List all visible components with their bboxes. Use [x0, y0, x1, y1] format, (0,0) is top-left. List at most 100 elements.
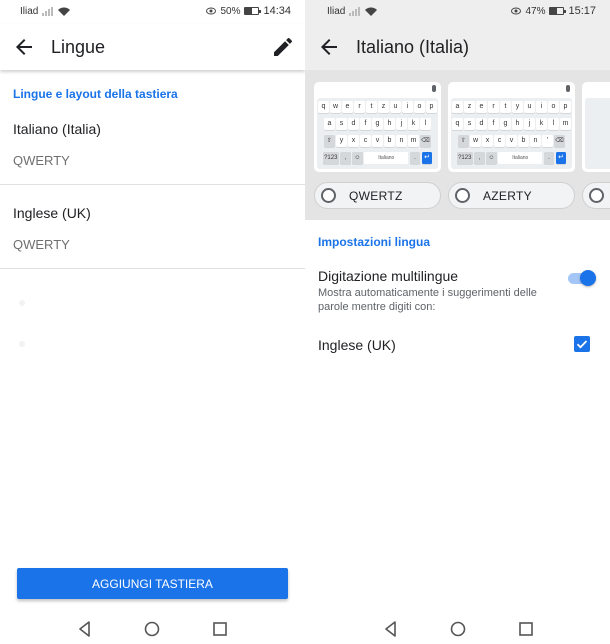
status-left: Iliad — [20, 6, 71, 17]
status-right: 47% 15:17 — [511, 5, 596, 17]
radio-button[interactable] — [321, 188, 336, 203]
keyboard-key: z — [464, 101, 475, 113]
keyboard-key: f — [488, 118, 499, 130]
keyboard-key: ⇧ — [324, 135, 335, 147]
placeholder-dot — [19, 300, 25, 306]
keyboard-key: i — [402, 101, 413, 113]
keyboard-row: ⇧ y x c v b n m ⌫ — [317, 135, 438, 147]
keyboard-row: ⇧ w x c v b n ' ⌫ — [451, 135, 572, 147]
keyboard-key: v — [506, 135, 517, 147]
keyboard-key: n — [530, 135, 541, 147]
keyboard-key: w — [470, 135, 481, 147]
keyboard-key: p — [426, 101, 437, 113]
keyboard-key: g — [372, 118, 383, 130]
space-key: Italiano — [364, 152, 409, 164]
battery-percent: 47% — [525, 5, 546, 17]
keyboard-suggestion-strip — [582, 82, 610, 96]
keyboard-key: ⌫ — [420, 135, 431, 147]
signal-icon — [42, 7, 54, 16]
keyboard-row: azertyuiop — [451, 101, 572, 113]
keyboard-preview-azerty[interactable]: a z e r t y u i o p q s d f g h j k l m ⇧ w x c v b n ' ⌫ ?123, ☺ Itali… — [448, 82, 575, 172]
layout-option-azerty[interactable]: AZERTY — [448, 182, 575, 209]
circle-home-icon[interactable] — [449, 620, 467, 638]
keyboard-key: t — [500, 101, 511, 113]
placeholder-dot — [19, 341, 25, 347]
keyboard-key: v — [372, 135, 383, 147]
keyboard-key: y — [336, 135, 347, 147]
radio-button[interactable] — [455, 188, 470, 203]
keyboard-key: u — [390, 101, 401, 113]
language-item-inglese[interactable]: Inglese (UK) QWERTY — [0, 185, 305, 269]
keyboard-suggestion-strip — [448, 82, 575, 96]
keyboard-key: ↵ — [555, 152, 567, 164]
language-name: Inglese (UK) — [13, 205, 91, 221]
multilingual-title[interactable]: Digitazione multilingue — [318, 268, 458, 284]
keyboard-key: a — [324, 118, 335, 130]
keyboard-key: j — [396, 118, 407, 130]
layout-option-qwertz[interactable]: QWERTZ — [314, 182, 441, 209]
language-name: Italiano (Italia) — [13, 121, 101, 137]
keyboard-key: ?123 — [456, 152, 473, 164]
language-layout: QWERTY — [13, 237, 70, 252]
keyboard-key: l — [548, 118, 559, 130]
page-title: Italiano (Italia) — [356, 37, 470, 57]
status-left: Iliad — [327, 6, 378, 17]
keyboard-key: q — [318, 101, 329, 113]
keyboard-key: w — [330, 101, 341, 113]
app-bar: Lingue — [0, 24, 305, 70]
keyboard-key: p — [560, 101, 571, 113]
keyboard-key: l — [420, 118, 431, 130]
keyboard-key: i — [536, 101, 547, 113]
keyboard-key: e — [342, 101, 353, 113]
circle-home-icon[interactable] — [143, 620, 161, 638]
app-bar: Italiano (Italia) — [305, 24, 610, 70]
keyboard-preview-qwertz[interactable]: q w e r t z u i o p a s d f g h j k l ⇧ y x c v b n m ⌫ ?123, ☺ Italia… — [314, 82, 441, 172]
keyboard-key: c — [360, 135, 371, 147]
triangle-back-icon[interactable] — [76, 620, 94, 638]
navigation-bar — [305, 614, 610, 644]
keyboard-key: b — [518, 135, 529, 147]
settings-section-header: Impostazioni lingua — [318, 235, 431, 249]
keyboard-key: o — [548, 101, 559, 113]
page-title: Lingue — [51, 37, 106, 57]
triangle-back-icon[interactable] — [382, 620, 400, 638]
languages-screen: Iliad 50% 14:34 Lingue Lingue e layout d… — [0, 0, 305, 644]
keyboard-key: a — [452, 101, 463, 113]
carrier-label: Iliad — [20, 6, 39, 17]
status-time: 14:34 — [263, 5, 291, 17]
add-keyboard-button[interactable]: AGGIUNGI TASTIERA — [17, 568, 288, 599]
keyboard-key: r — [488, 101, 499, 113]
radio-button[interactable] — [589, 188, 604, 203]
arrow-back-icon[interactable] — [317, 35, 341, 59]
square-recents-icon[interactable] — [211, 620, 229, 638]
mic-icon — [432, 85, 436, 92]
keyboard-row: asdfghjkl — [317, 118, 438, 130]
arrow-back-icon[interactable] — [12, 35, 36, 59]
layout-option-partial[interactable] — [582, 182, 610, 209]
wifi-icon — [365, 7, 378, 16]
navigation-bar — [0, 614, 305, 644]
keyboard-row: qwertzuiop — [317, 101, 438, 113]
eye-comfort-icon — [511, 7, 522, 15]
multilingual-description: Mostra automaticamente i suggerimenti de… — [318, 287, 537, 313]
pencil-icon[interactable] — [271, 35, 295, 59]
battery-icon — [244, 7, 262, 15]
keyboard-preview-partial[interactable] — [582, 82, 610, 172]
status-bar: Iliad 50% 14:34 — [0, 0, 305, 24]
language-item-italiano[interactable]: Italiano (Italia) QWERTY — [0, 101, 305, 185]
keyboard-key: h — [384, 118, 395, 130]
layout-option-label: AZERTY — [483, 189, 532, 203]
extra-language-checkbox[interactable] — [574, 336, 590, 352]
keyboard-key: o — [414, 101, 425, 113]
keyboard-key: c — [494, 135, 505, 147]
extra-language-label[interactable]: Inglese (UK) — [318, 337, 396, 353]
keyboard-key: ⇧ — [458, 135, 469, 147]
keyboard-layout-carousel[interactable]: q w e r t z u i o p a s d f g h j k l ⇧ y x c v b n m ⌫ ?123, ☺ Italia… — [305, 70, 610, 220]
status-right: 50% 14:34 — [206, 5, 291, 17]
square-recents-icon[interactable] — [517, 620, 535, 638]
keyboard-key: h — [512, 118, 523, 130]
layout-option-label: QWERTZ — [349, 189, 403, 203]
multilingual-toggle[interactable] — [568, 270, 596, 286]
keyboard-key: z — [378, 101, 389, 113]
keyboard-key: x — [348, 135, 359, 147]
